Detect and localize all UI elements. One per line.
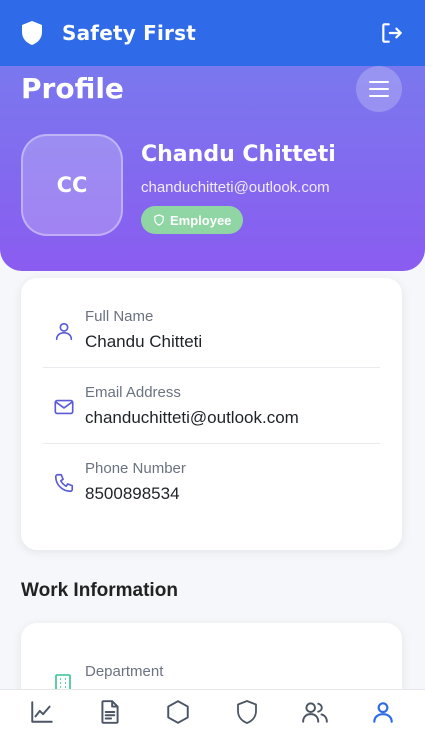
- field-label: Email Address: [85, 384, 181, 401]
- hexagon-icon: [167, 699, 190, 724]
- document-icon: [101, 699, 119, 724]
- info-row-email: Email Address chanduchitteti@outlook.com: [43, 368, 380, 444]
- users-icon: [301, 701, 328, 723]
- avatar: CC: [21, 134, 123, 236]
- nav-item-profile[interactable]: [361, 692, 405, 732]
- page-title: Profile: [21, 72, 124, 105]
- user-icon: [55, 322, 73, 341]
- phone-icon: [54, 473, 74, 493]
- info-row-phone: Phone Number 8500898534: [43, 444, 380, 520]
- shield-icon: [236, 699, 257, 724]
- field-value: chanduchitteti@outlook.com: [85, 408, 299, 427]
- mail-icon: [54, 399, 74, 415]
- profile-header: Profile CC Chandu Chitteti chanduchittet…: [0, 66, 425, 271]
- field-value: Chandu Chitteti: [85, 332, 203, 351]
- field-label: Department: [85, 663, 164, 680]
- shield-icon: [154, 214, 164, 226]
- section-title-work: Work Information: [21, 580, 178, 601]
- field-value: 8500898534: [85, 484, 180, 503]
- shield-logo-icon: [22, 21, 42, 45]
- nav-item-analytics[interactable]: [20, 692, 64, 732]
- app-title: Safety First: [62, 21, 196, 45]
- field-label: Phone Number: [85, 460, 186, 477]
- nav-item-hexagon[interactable]: [156, 692, 200, 732]
- chart-icon: [31, 700, 53, 723]
- personal-info-card: Full Name Chandu Chitteti Email Address …: [21, 278, 402, 550]
- bottom-nav: [0, 689, 425, 733]
- role-badge-label: Employee: [170, 212, 232, 228]
- nav-item-documents[interactable]: [88, 692, 132, 732]
- field-label: Full Name: [85, 308, 154, 325]
- role-badge: Employee: [141, 206, 244, 234]
- app-bar: Safety First: [0, 0, 425, 66]
- user-icon: [373, 701, 393, 723]
- nav-item-team[interactable]: [293, 692, 337, 732]
- nav-item-safety[interactable]: [225, 692, 269, 732]
- info-row-full-name: Full Name Chandu Chitteti: [43, 292, 380, 368]
- profile-name: Chandu Chitteti: [141, 142, 336, 167]
- menu-button[interactable]: [356, 66, 402, 112]
- profile-email: chanduchitteti@outlook.com: [141, 179, 330, 196]
- logout-icon[interactable]: [379, 20, 405, 46]
- hamburger-icon: [369, 81, 389, 97]
